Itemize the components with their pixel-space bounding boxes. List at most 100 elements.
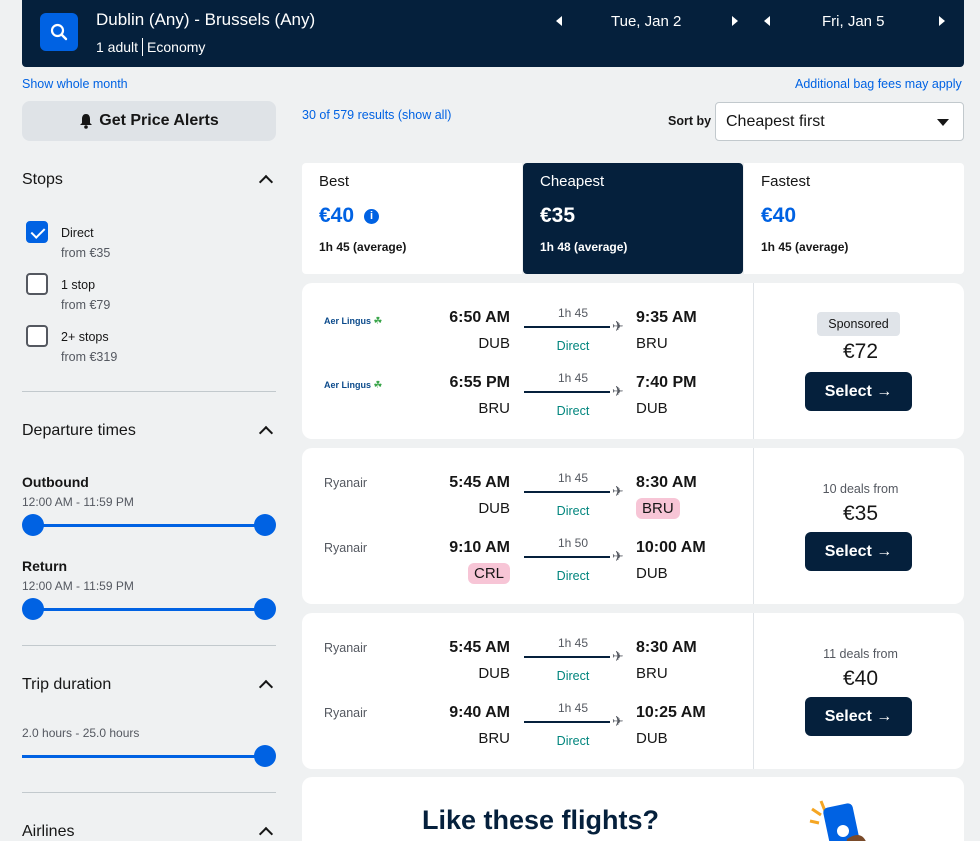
price: €72	[842, 340, 879, 363]
return-slider-min-handle[interactable]	[22, 598, 44, 620]
results-count-link[interactable]: 30 of 579 results (show all)	[302, 108, 451, 122]
arrival-airport: BRU	[636, 335, 668, 352]
departure-airport: DUB	[478, 500, 510, 517]
shamrock-icon: ☘	[373, 380, 383, 391]
airlines-heading: Airlines	[22, 823, 75, 840]
tab-label: Cheapest	[540, 173, 605, 190]
tab-cheapest[interactable]: Cheapest €35 1h 48 (average)	[523, 163, 743, 274]
departure-time: 9:40 AM	[449, 704, 510, 721]
flight-duration: 1h 45	[557, 701, 589, 715]
airline-name: Ryanair	[324, 541, 368, 555]
flight-result-card[interactable]: Ryanair 5:45 AM DUB 1h 45 ✈ Direct 8:30 …	[302, 448, 964, 604]
tab-price-value: €35	[540, 204, 576, 227]
departure-airport: BRU	[478, 730, 510, 747]
stops-direct-checkbox[interactable]	[26, 221, 48, 243]
divider	[22, 391, 276, 392]
prev-depart-date-icon[interactable]	[556, 16, 562, 26]
tab-best[interactable]: Best €40 i 1h 45 (average)	[302, 163, 522, 274]
stops-label: Direct	[556, 734, 590, 748]
flight-duration: 1h 45	[557, 371, 589, 385]
stops-2plus-price: from €319	[61, 350, 118, 364]
return-slider-track[interactable]	[33, 608, 265, 611]
flight-duration: 1h 45	[557, 636, 589, 650]
next-return-date-icon[interactable]	[939, 16, 945, 26]
stops-1-checkbox[interactable]	[26, 273, 48, 295]
info-icon[interactable]: i	[364, 208, 380, 224]
chevron-up-icon[interactable]	[258, 425, 274, 441]
search-summary-bar[interactable]: Dublin (Any) - Brussels (Any) 1 adult Eco…	[22, 0, 964, 67]
duration-slider-track[interactable]	[22, 755, 265, 758]
tab-duration: 1h 45 (average)	[761, 240, 849, 254]
chevron-up-icon[interactable]	[258, 174, 274, 190]
depart-date[interactable]: Tue, Jan 2	[611, 13, 681, 30]
search-button[interactable]	[40, 13, 78, 51]
flight-result-card[interactable]: Aer Lingus ☘ 6:50 AM DUB 1h 45 ✈ Direct …	[302, 283, 964, 439]
show-whole-month-link[interactable]: Show whole month	[22, 77, 128, 91]
stops-1-price: from €79	[61, 298, 111, 312]
chevron-up-icon[interactable]	[258, 679, 274, 695]
price: €40	[842, 667, 879, 690]
route-line	[524, 391, 610, 393]
route-line	[524, 656, 610, 658]
next-depart-date-icon[interactable]	[732, 16, 738, 26]
stops-direct-label: Direct	[61, 226, 94, 240]
arrival-airport-highlight: BRU	[636, 498, 756, 519]
divider	[753, 613, 754, 769]
stops-direct-price: from €35	[61, 246, 111, 260]
flight-duration: 1h 45	[557, 306, 589, 320]
select-button[interactable]: Select →	[805, 372, 912, 411]
arrival-time: 10:00 AM	[636, 539, 706, 556]
departure-airport: DUB	[478, 335, 510, 352]
flight-result-card[interactable]: Ryanair 5:45 AM DUB 1h 45 ✈ Direct 8:30 …	[302, 613, 964, 769]
sort-select[interactable]: Cheapest first	[715, 102, 964, 141]
stops-label: Direct	[556, 404, 590, 418]
outbound-label: Outbound	[22, 474, 89, 490]
stops-label: Direct	[556, 569, 590, 583]
caret-down-icon	[937, 119, 949, 126]
price: €35	[842, 502, 879, 525]
deals-count: 10 deals from	[822, 482, 899, 496]
arrival-time: 8:30 AM	[636, 474, 697, 491]
stops-heading: Stops	[22, 171, 63, 188]
airline-logo: Aer Lingus ☘	[324, 380, 383, 391]
divider	[142, 38, 144, 56]
plane-icon: ✈	[612, 318, 624, 334]
select-button[interactable]: Select →	[805, 697, 912, 736]
stops-2plus-checkbox[interactable]	[26, 325, 48, 347]
outbound-slider-min-handle[interactable]	[22, 514, 44, 536]
arrival-time: 8:30 AM	[636, 639, 697, 656]
route-line	[524, 491, 610, 493]
sort-value: Cheapest first	[726, 113, 825, 130]
return-date[interactable]: Fri, Jan 5	[822, 13, 885, 30]
divider	[22, 792, 276, 793]
tab-fastest[interactable]: Fastest €40 1h 45 (average)	[744, 163, 964, 274]
chevron-up-icon[interactable]	[258, 826, 274, 841]
outbound-range: 12:00 AM - 11:59 PM	[22, 495, 134, 509]
promo-banner: Like these flights?	[302, 777, 964, 841]
return-slider-max-handle[interactable]	[254, 598, 276, 620]
bag-fees-link[interactable]: Additional bag fees may apply	[795, 77, 962, 91]
divider	[22, 645, 276, 646]
departure-time: 6:50 AM	[449, 309, 510, 326]
tab-label: Best	[319, 173, 350, 190]
return-range: 12:00 AM - 11:59 PM	[22, 579, 134, 593]
deals-count: 11 deals from	[823, 647, 898, 661]
duration-slider-handle[interactable]	[254, 745, 276, 767]
route-label: Dublin (Any) - Brussels (Any)	[96, 10, 316, 29]
cabin-label: Economy	[147, 39, 206, 55]
arrival-airport: DUB	[636, 400, 668, 417]
select-button[interactable]: Select →	[805, 532, 912, 571]
sponsored-badge: Sponsored	[817, 312, 900, 336]
prev-return-date-icon[interactable]	[764, 16, 770, 26]
tab-price-value: €40	[761, 204, 797, 227]
flight-duration: 1h 50	[557, 536, 589, 550]
arrival-airport: DUB	[636, 730, 668, 747]
departure-time: 5:45 AM	[449, 474, 510, 491]
departure-airport: DUB	[478, 665, 510, 682]
outbound-slider-track[interactable]	[33, 524, 265, 527]
outbound-slider-max-handle[interactable]	[254, 514, 276, 536]
airline-name: Ryanair	[324, 476, 368, 490]
plane-icon: ✈	[612, 713, 624, 729]
price-alerts-button[interactable]: Get Price Alerts	[22, 101, 276, 141]
arrival-airport: DUB	[636, 565, 668, 582]
